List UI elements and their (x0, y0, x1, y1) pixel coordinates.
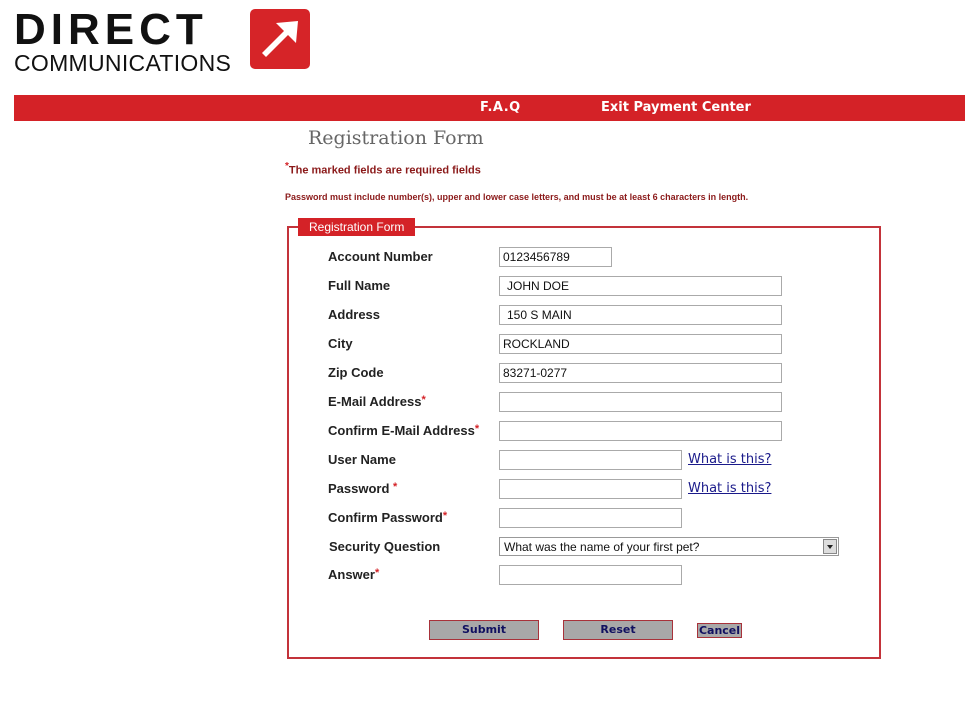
logo-text-direct: DIRECT (14, 5, 208, 54)
required-star: * (393, 481, 398, 493)
zip-code-input[interactable] (499, 363, 782, 383)
city-input[interactable] (499, 334, 782, 354)
required-star: * (374, 567, 380, 579)
required-note-text: The marked fields are required fields (288, 164, 481, 177)
password-label: Password * (328, 481, 397, 496)
fieldset-legend: Registration Form (298, 218, 416, 236)
account-number-label: Account Number (328, 249, 433, 264)
confirm-password-label: Confirm Password* (328, 510, 447, 525)
full-name-label: Full Name (328, 278, 391, 293)
security-question-label: Security Question (329, 539, 441, 554)
logo-text-communications: COMMUNICATIONS (14, 50, 232, 76)
username-help-link[interactable]: What is this? (688, 452, 771, 467)
username-label: User Name (328, 452, 396, 467)
submit-button[interactable]: Submit (429, 620, 539, 640)
address-input[interactable] (499, 305, 782, 325)
dropdown-arrow-icon[interactable] (823, 539, 837, 554)
security-question-value: What was the name of your first pet? (504, 540, 700, 554)
page-title: Registration Form (308, 127, 484, 149)
cancel-button[interactable]: Cancel (697, 623, 742, 638)
zip-code-label: Zip Code (328, 365, 384, 380)
confirm-email-label-text: Confirm E-Mail Address (328, 423, 475, 438)
password-label-text: Password (328, 481, 394, 496)
username-input[interactable] (499, 450, 682, 470)
city-label: City (328, 336, 353, 351)
email-label-text: E-Mail Address (328, 394, 422, 409)
password-input[interactable] (499, 479, 682, 499)
address-label: Address (328, 307, 381, 322)
required-star: * (474, 423, 480, 435)
required-star: * (442, 510, 448, 522)
email-input[interactable] (499, 392, 782, 412)
reset-button[interactable]: Reset (563, 620, 673, 640)
confirm-email-input[interactable] (499, 421, 782, 441)
nav-faq-link[interactable]: F.A.Q (480, 100, 521, 115)
password-rules-note: Password must include number(s), upper a… (285, 192, 749, 202)
password-help-link[interactable]: What is this? (688, 481, 771, 496)
confirm-password-input[interactable] (499, 508, 682, 528)
full-name-input[interactable] (499, 276, 782, 296)
answer-input[interactable] (499, 565, 682, 585)
answer-label-text: Answer (328, 567, 375, 582)
top-nav-bar: F.A.Q Exit Payment Center (14, 95, 965, 121)
arrow-logo-icon (250, 9, 310, 69)
confirm-password-label-text: Confirm Password (328, 510, 443, 525)
nav-exit-payment-center-link[interactable]: Exit Payment Center (601, 100, 751, 115)
confirm-email-label: Confirm E-Mail Address* (328, 423, 479, 438)
required-star: * (421, 394, 426, 406)
required-fields-note: *The marked fields are required fields (285, 161, 481, 177)
answer-label: Answer* (328, 567, 379, 582)
account-number-input[interactable] (499, 247, 612, 267)
security-question-select[interactable]: What was the name of your first pet? (499, 537, 839, 556)
email-label: E-Mail Address* (328, 394, 426, 409)
